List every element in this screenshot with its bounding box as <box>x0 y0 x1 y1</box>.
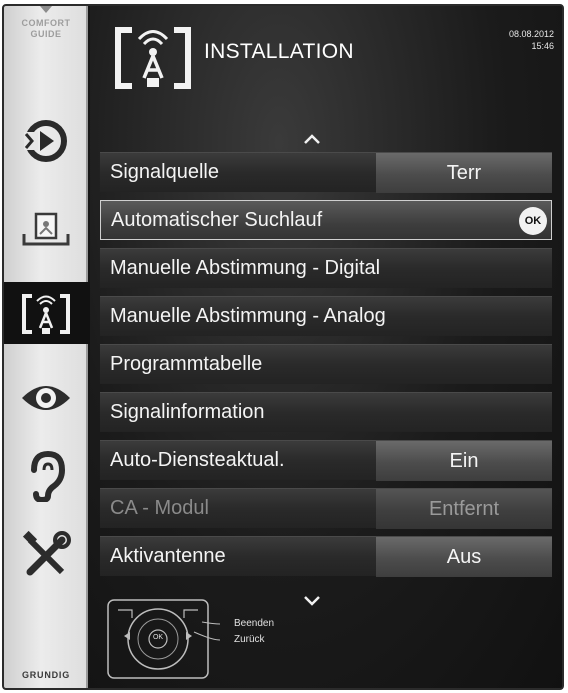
menu-item-manuelle-abstimmung-analog[interactable]: Manuelle Abstimmung - Analog <box>100 296 552 336</box>
tools-icon <box>22 530 71 576</box>
ear-icon <box>31 450 66 502</box>
sidebar: COMFORT GUIDE GRUNDIG <box>4 6 90 688</box>
time-label: 15:46 <box>531 41 554 51</box>
chevron-down-icon <box>40 6 52 13</box>
menu-item-value[interactable]: Ein <box>376 441 552 481</box>
main-panel: INSTALLATION 08.08.2012 15:46 Signalquel… <box>90 6 562 688</box>
menu-item-label: Manuelle Abstimmung - Analog <box>110 305 386 327</box>
footer-ok-label: OK <box>152 634 164 641</box>
scroll-up-icon[interactable] <box>304 134 320 144</box>
menu-item-label: Auto-Diensteaktual. <box>110 449 285 471</box>
menu-item-label: Signalquelle <box>110 161 219 183</box>
menu-item-automatischer-suchlauf[interactable]: Automatischer Suchlauf OK <box>100 200 552 240</box>
date-label: 08.08.2012 <box>508 29 554 39</box>
menu-item-value[interactable]: Terr <box>376 153 552 193</box>
comfort-guide-line1: COMFORT <box>21 18 71 28</box>
ok-button[interactable]: OK <box>519 207 547 235</box>
date-time: 08.08.2012 15:46 <box>509 28 554 52</box>
menu-item-auto-diensteaktual[interactable]: Auto-Diensteaktual. Ein <box>100 440 552 481</box>
remote-hint: OK Beenden Zurück <box>102 596 322 682</box>
sidebar-item-tools[interactable] <box>4 522 88 584</box>
installation-header-icon <box>115 27 191 89</box>
menu-item-label: Programmtabelle <box>110 353 263 375</box>
menu-item-value: Entfernt <box>376 489 552 529</box>
sidebar-item-ear[interactable] <box>4 442 88 504</box>
menu-item-signalinformation[interactable]: Signalinformation <box>100 392 552 432</box>
eye-icon <box>22 386 70 410</box>
menu-item-label: Manuelle Abstimmung - Digital <box>110 257 381 279</box>
settings-menu: Signalquelle Terr Automatischer Suchlauf… <box>100 152 552 584</box>
menu-item-ca-modul: CA - Modul Entfernt <box>100 488 552 529</box>
menu-item-label: Aktivantenne <box>110 545 226 567</box>
back-label: Zurück <box>234 634 265 645</box>
sidebar-item-source[interactable] <box>4 110 88 172</box>
comfort-guide-button[interactable]: COMFORT GUIDE <box>4 6 88 64</box>
menu-item-aktivantenne[interactable]: Aktivantenne Aus <box>100 536 552 577</box>
menu-item-label: Automatischer Suchlauf <box>111 209 323 231</box>
menu-item-label: Signalinformation <box>110 401 265 423</box>
installation-icon <box>22 294 70 334</box>
source-icon <box>24 120 67 162</box>
picture-icon <box>22 212 70 246</box>
tv-menu-window: COMFORT GUIDE GRUNDIG INSTALLATION 08.08… <box>2 4 564 690</box>
sidebar-item-installation[interactable] <box>4 282 90 344</box>
sidebar-item-picture[interactable] <box>4 196 88 258</box>
menu-item-manuelle-abstimmung-digital[interactable]: Manuelle Abstimmung - Digital <box>100 248 552 288</box>
comfort-guide-line2: GUIDE <box>30 29 62 39</box>
exit-label: Beenden <box>234 618 275 629</box>
brand-logo: GRUNDIG <box>21 670 71 680</box>
menu-item-value[interactable]: Aus <box>376 537 552 577</box>
menu-item-programmtabelle[interactable]: Programmtabelle <box>100 344 552 384</box>
menu-item-label: CA - Modul <box>110 497 209 519</box>
menu-item-signalquelle[interactable]: Signalquelle Terr <box>100 152 552 193</box>
sidebar-item-eye[interactable] <box>4 366 88 428</box>
page-title: INSTALLATION <box>204 40 354 63</box>
